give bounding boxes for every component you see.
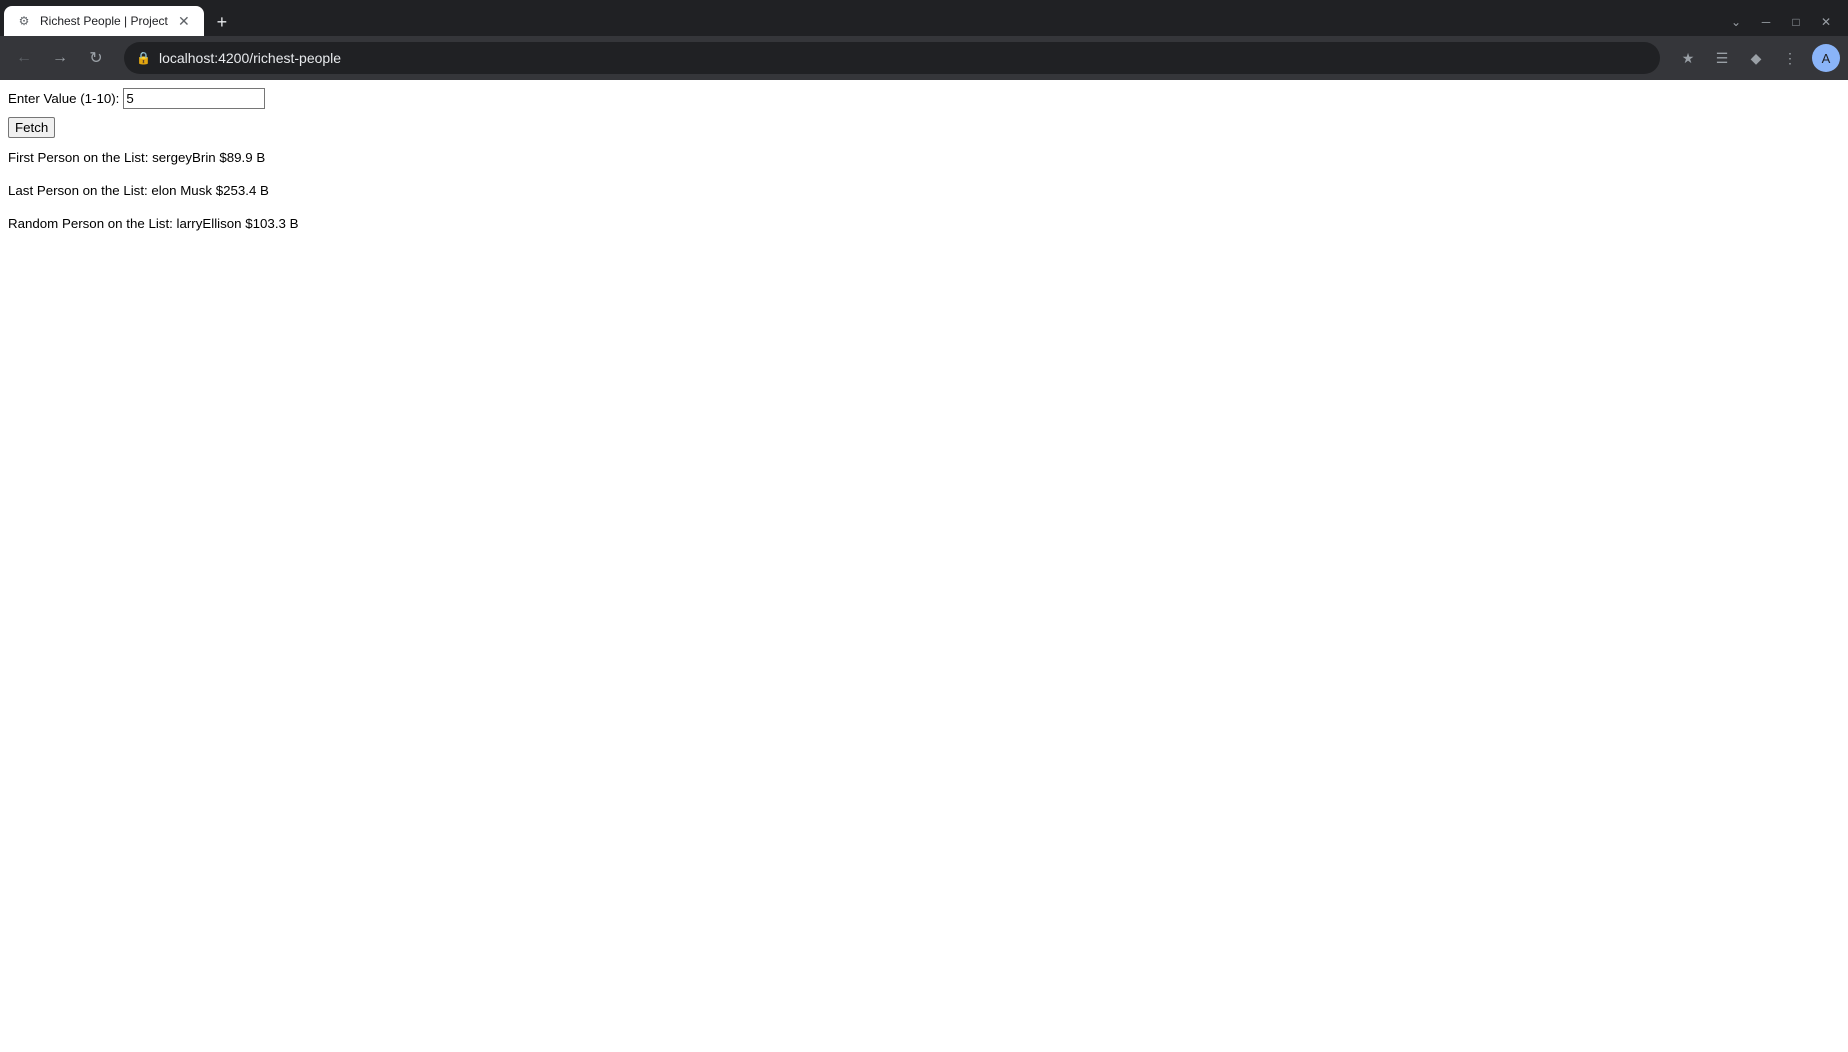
minimize-button[interactable]: ─ xyxy=(1752,8,1780,36)
reading-list-button[interactable]: ☰ xyxy=(1706,42,1738,74)
toolbar: ← → ↻ 🔒 localhost:4200/richest-people ★ … xyxy=(0,36,1848,80)
random-person-result: Random Person on the List: larryEllison … xyxy=(8,216,1840,231)
fetch-button[interactable]: Fetch xyxy=(8,117,55,138)
value-input[interactable] xyxy=(123,88,265,109)
back-icon: ← xyxy=(16,49,32,67)
input-label: Enter Value (1-10): xyxy=(8,91,119,106)
active-tab[interactable]: ⚙ Richest People | Project ✕ xyxy=(4,6,204,36)
first-person-result: First Person on the List: sergeyBrin $89… xyxy=(8,150,1840,165)
tab-bar: ⚙ Richest People | Project ✕ + ⌄ ─ □ ✕ xyxy=(0,0,1848,36)
tab-title: Richest People | Project xyxy=(40,14,168,28)
page-content: Enter Value (1-10): Fetch First Person o… xyxy=(0,80,1848,257)
maximize-button[interactable]: □ xyxy=(1782,8,1810,36)
form-row: Enter Value (1-10): xyxy=(8,88,1840,109)
menu-button[interactable]: ⋮ xyxy=(1774,42,1806,74)
address-bar[interactable]: 🔒 localhost:4200/richest-people xyxy=(124,42,1660,74)
window-controls: ⌄ ─ □ ✕ xyxy=(1722,8,1848,36)
address-secure-icon: 🔒 xyxy=(136,51,151,65)
tab-close-button[interactable]: ✕ xyxy=(176,13,192,29)
new-tab-button[interactable]: + xyxy=(208,8,236,36)
toolbar-actions: ★ ☰ ◆ ⋮ A xyxy=(1672,42,1840,74)
bookmark-button[interactable]: ★ xyxy=(1672,42,1704,74)
browser-chrome: ⚙ Richest People | Project ✕ + ⌄ ─ □ ✕ ←… xyxy=(0,0,1848,80)
address-text: localhost:4200/richest-people xyxy=(159,50,1648,66)
last-person-result: Last Person on the List: elon Musk $253.… xyxy=(8,183,1840,198)
profile-button[interactable]: A xyxy=(1812,44,1840,72)
bookmark-icon: ★ xyxy=(1682,50,1695,67)
reload-icon: ↻ xyxy=(89,48,102,68)
reading-list-icon: ☰ xyxy=(1716,50,1729,67)
new-tab-icon: + xyxy=(217,12,228,33)
tab-favicon: ⚙ xyxy=(16,13,32,29)
back-button[interactable]: ← xyxy=(8,42,40,74)
extensions-button[interactable]: ◆ xyxy=(1740,42,1772,74)
forward-button[interactable]: → xyxy=(44,42,76,74)
extensions-icon: ◆ xyxy=(1751,50,1762,67)
window-close-button[interactable]: ✕ xyxy=(1812,8,1840,36)
dropdown-button[interactable]: ⌄ xyxy=(1722,8,1750,36)
forward-icon: → xyxy=(52,49,68,67)
menu-icon: ⋮ xyxy=(1783,50,1797,67)
reload-button[interactable]: ↻ xyxy=(80,42,112,74)
profile-initial: A xyxy=(1822,51,1831,66)
